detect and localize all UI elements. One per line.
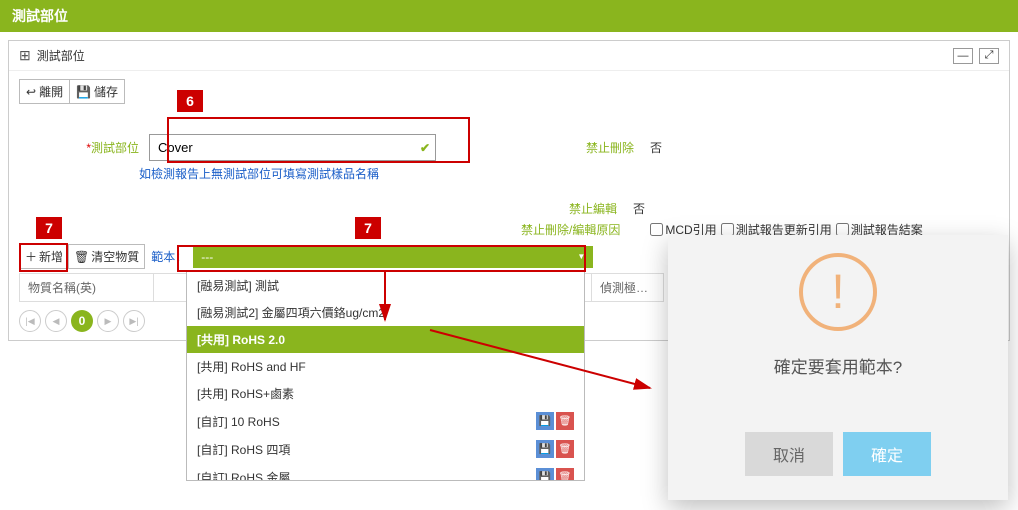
testpart-input[interactable] (149, 134, 436, 161)
forbid-delete-label: 禁止刪除 (586, 139, 634, 156)
grid-icon: ⊞ (19, 47, 31, 64)
forbid-edit-value: 否 (627, 200, 651, 217)
dropdown-item-label: [共用] RoHS and HF (197, 358, 306, 375)
leave-label: 離開 (39, 83, 63, 100)
chk-mcd-box[interactable] (650, 223, 663, 236)
dropdown-item[interactable]: [融易測試] 測試 (187, 272, 584, 299)
cancel-button[interactable]: 取消 (745, 432, 833, 476)
col-limit: 偵測極限... (592, 273, 664, 302)
save-label: 儲存 (94, 83, 118, 100)
dropdown-item-label: [融易測試2] 金屬四項六價鉻ug/cm2 (197, 304, 385, 321)
template-dropdown-list[interactable]: [融易測試] 測試 [融易測試2] 金屬四項六價鉻ug/cm2 [共用] RoHS … (186, 271, 585, 481)
add-button[interactable]: ＋ 新增 (19, 244, 69, 269)
dropdown-item[interactable]: [自訂] 10 RoHS 💾🗑 (187, 407, 584, 435)
dropdown-item-label: [共用] RoHS 2.0 (197, 331, 285, 348)
dropdown-item[interactable]: [共用] RoHS+鹵素 (187, 380, 584, 407)
dropdown-item[interactable]: [自訂] RoHS 金屬 💾🗑 (187, 463, 584, 481)
panel-title: 測試部位 (37, 47, 85, 64)
dropdown-item-label: [共用] RoHS+鹵素 (197, 385, 294, 402)
dropdown-item-label: [自訂] RoHS 金屬 (197, 469, 290, 482)
col-substance: 物質名稱(英) (19, 273, 154, 302)
trash-icon: 🗑 (74, 250, 89, 264)
ok-button[interactable]: 確定 (843, 432, 931, 476)
leave-button[interactable]: ↩ 離開 (19, 79, 70, 104)
toolbar: ↩ 離開 💾 儲存 (9, 71, 1009, 112)
dropdown-item-label: [自訂] RoHS 四項 (197, 441, 290, 458)
form-row-testpart: *測試部位 ✔ 禁止刪除 否 (9, 132, 1009, 163)
template-label: 範本： (145, 248, 193, 265)
hint-link[interactable]: 如檢測報告上無測試部位可填寫測試樣品名稱 (139, 163, 1009, 184)
form-row-forbidedit: 禁止編輯 否 (9, 198, 1009, 219)
expand-button[interactable]: ⤢ (979, 48, 999, 64)
clear-label: 清空物質 (91, 248, 139, 265)
item-delete-icon[interactable]: 🗑 (556, 468, 574, 481)
pager-first[interactable]: |◀ (19, 310, 41, 332)
panel-head: ⊞ 測試部位 — ⤢ (9, 41, 1009, 71)
item-delete-icon[interactable]: 🗑 (556, 440, 574, 458)
chevron-down-icon: ▼ (577, 252, 585, 261)
minimize-button[interactable]: — (953, 48, 973, 64)
dropdown-item-label: [融易測試] 測試 (197, 277, 279, 294)
dropdown-item-label: [自訂] 10 RoHS (197, 413, 280, 430)
dropdown-item[interactable]: [融易測試2] 金屬四項六價鉻ug/cm2 (187, 299, 584, 326)
forbid-delete-value: 否 (644, 139, 668, 156)
dropdown-item[interactable]: [共用] RoHS and HF (187, 353, 584, 380)
warning-icon: ! (799, 253, 877, 331)
forbid-edit-label: 禁止編輯 (569, 200, 617, 217)
dropdown-selected: --- (201, 250, 213, 264)
testpart-label: *測試部位 (19, 139, 139, 156)
pager-current: 0 (71, 310, 93, 332)
check-icon: ✔ (420, 141, 430, 155)
item-save-icon[interactable]: 💾 (536, 440, 554, 458)
dropdown-item[interactable]: [自訂] RoHS 四項 💾🗑 (187, 435, 584, 463)
page-title: 測試部位 (12, 8, 68, 24)
reason-label: 禁止刪除/編輯原因 (521, 221, 620, 238)
item-save-icon[interactable]: 💾 (536, 468, 554, 481)
pager-last[interactable]: ▶| (123, 310, 145, 332)
save-button[interactable]: 💾 儲存 (70, 79, 125, 104)
dropdown-item[interactable]: [共用] RoHS 2.0 (187, 326, 584, 353)
plus-icon: ＋ (25, 248, 37, 265)
pager-prev[interactable]: ◀ (45, 310, 67, 332)
add-label: 新增 (39, 248, 63, 265)
item-delete-icon[interactable]: 🗑 (556, 412, 574, 430)
leave-icon: ↩ (26, 85, 36, 99)
clear-button[interactable]: 🗑 清空物質 (69, 244, 145, 269)
item-save-icon[interactable]: 💾 (536, 412, 554, 430)
modal-message: 確定要套用範本? (774, 353, 902, 378)
page-header: 測試部位 (0, 0, 1018, 32)
confirm-modal: ! 確定要套用範本? 取消 確定 (668, 235, 1008, 500)
template-dropdown[interactable]: --- ▼ (193, 246, 593, 268)
pager-next[interactable]: ▶ (97, 310, 119, 332)
save-icon: 💾 (76, 85, 91, 99)
